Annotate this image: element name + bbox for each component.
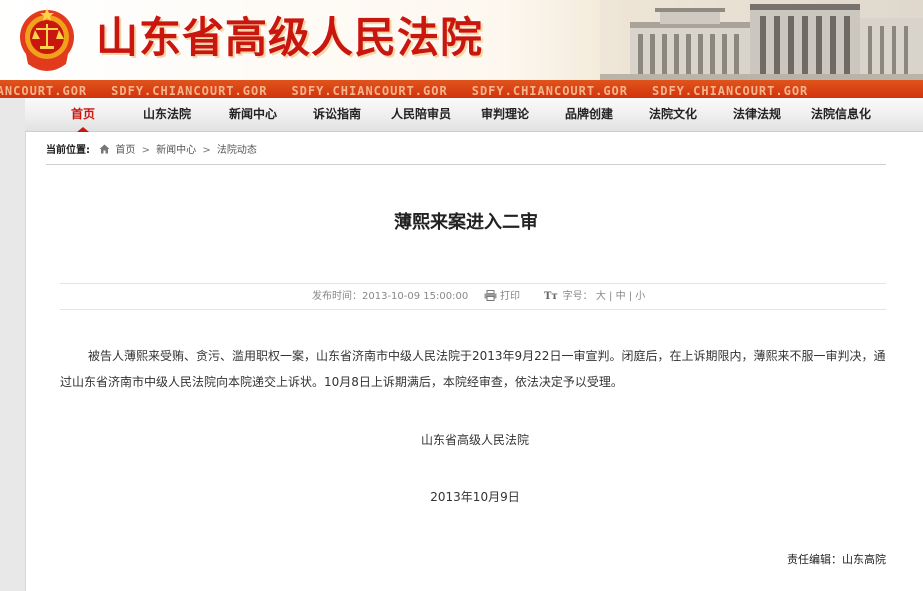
home-icon xyxy=(99,144,110,154)
breadcrumb-separator: > xyxy=(202,145,211,156)
font-size-medium[interactable]: 中 xyxy=(616,291,626,302)
font-size-small[interactable]: 小 xyxy=(635,291,645,302)
nav-item-trial-theory[interactable]: 审判理论 xyxy=(473,98,537,132)
courthouse-building-image xyxy=(600,0,923,80)
breadcrumb-home-link[interactable]: 首页 xyxy=(115,145,135,156)
breadcrumb-separator: > xyxy=(141,145,150,156)
stripe-text: SDFY.CHIANCOURT.GOR xyxy=(111,84,268,98)
site-banner: 山东省高级人民法院 xyxy=(0,0,923,80)
printer-icon xyxy=(484,290,497,301)
article-signature: 山东省高级人民法院 xyxy=(420,433,529,447)
print-link[interactable]: 打印 xyxy=(484,284,520,309)
nav-item-jurors[interactable]: 人民陪审员 xyxy=(385,98,457,132)
domain-stripe: CHIANCOURT.GOR SDFY.CHIANCOURT.GOR SDFY.CH… xyxy=(0,80,923,98)
nav-item-shandong-courts[interactable]: 山东法院 xyxy=(137,98,197,132)
nav-item-home[interactable]: 首页 xyxy=(61,98,105,132)
stripe-text: SDFY.CHIANCOURT.GOR xyxy=(471,84,628,98)
stripe-text: CHIANCOURT.GOR xyxy=(0,84,88,98)
nav-item-brand-building[interactable]: 品牌创建 xyxy=(557,98,621,132)
article-date: 2013年10月9日 xyxy=(430,490,520,504)
nav-item-court-culture[interactable]: 法院文化 xyxy=(641,98,705,132)
breadcrumb-news-link[interactable]: 新闻中心 xyxy=(156,145,196,156)
article-body: 被告人薄熙来受贿、贪污、滥用职权一案，山东省济南市中级人民法院于2013年9月2… xyxy=(60,349,886,389)
nav-item-litigation-guide[interactable]: 诉讼指南 xyxy=(305,98,369,132)
publish-time: 发布时间：2013-10-09 15:00:00 xyxy=(312,291,469,302)
font-size-label: 字号： xyxy=(562,291,593,302)
breadcrumb-court-news-link[interactable]: 法院动态 xyxy=(217,145,257,156)
main-nav: 首页 山东法院 新闻中心 诉讼指南 人民陪审员 审判理论 品牌创建 法院文化 法… xyxy=(25,98,923,132)
breadcrumb-divider xyxy=(46,164,886,165)
font-size-control: Tт 字号： 大 | 中 | 小 xyxy=(544,284,645,309)
site-title: 山东省高级人民法院 xyxy=(96,13,484,62)
stripe-text: SDFY.CHIANCOURT.GOR xyxy=(652,84,809,98)
nav-item-news-center[interactable]: 新闻中心 xyxy=(221,98,285,132)
stripe-text: SDFY.CHIANCOURT.GOR xyxy=(291,84,448,98)
nav-item-informatization[interactable]: 法院信息化 xyxy=(803,98,879,132)
nav-item-laws[interactable]: 法律法规 xyxy=(725,98,789,132)
court-emblem-icon xyxy=(20,8,74,71)
breadcrumb: 当前位置: 首页 > 新闻中心 > 法院动态 xyxy=(46,143,257,159)
article-meta-bar: 发布时间：2013-10-09 15:00:00 打印 Tт 字号： 大 | 中 … xyxy=(60,283,886,310)
print-label[interactable]: 打印 xyxy=(500,291,520,302)
font-size-icon: Tт xyxy=(544,291,558,302)
article-editor: 责任编辑：山东高院 xyxy=(787,553,886,566)
font-size-large[interactable]: 大 xyxy=(596,291,606,302)
breadcrumb-label: 当前位置: xyxy=(46,145,90,156)
article-title: 薄熙来案进入二审 xyxy=(394,212,538,233)
